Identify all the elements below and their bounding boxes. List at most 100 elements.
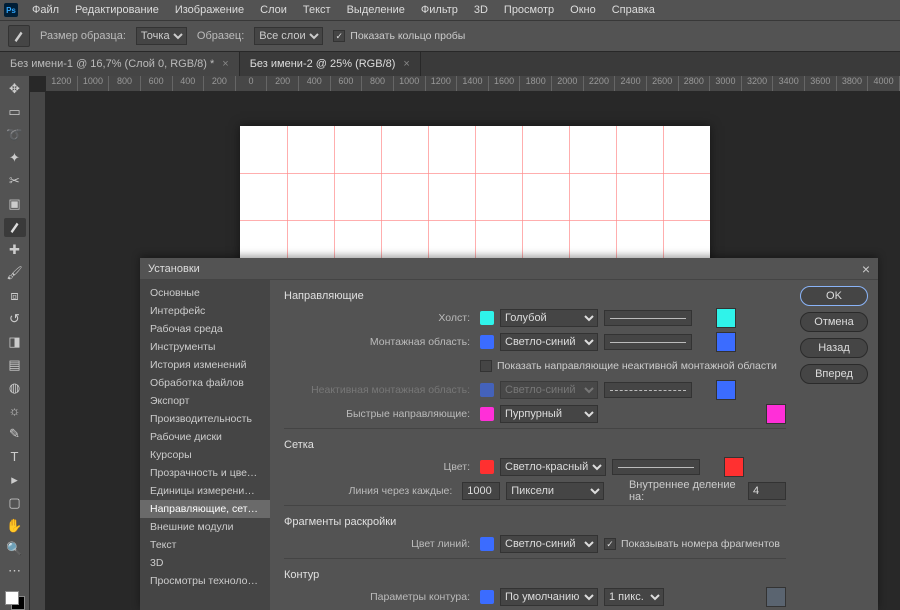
ruler-tick: 1000 bbox=[78, 76, 110, 91]
artboard-guide-bigcolor[interactable] bbox=[716, 332, 736, 352]
canvas-guide-color-select[interactable]: Голубой bbox=[500, 309, 598, 327]
color-swatches[interactable] bbox=[5, 591, 25, 610]
ruler-tick: 3400 bbox=[773, 76, 805, 91]
ruler-tick: 3200 bbox=[742, 76, 774, 91]
prefs-category-item[interactable]: Рабочие диски bbox=[140, 428, 270, 446]
canvas-guide-bigcolor[interactable] bbox=[716, 308, 736, 328]
eraser-tool[interactable]: ◨ bbox=[4, 332, 26, 351]
prefs-category-item[interactable]: Внешние модули bbox=[140, 518, 270, 536]
prefs-category-item[interactable]: Экспорт bbox=[140, 392, 270, 410]
ruler-tick: 2600 bbox=[647, 76, 679, 91]
prefs-category-item[interactable]: Прозрачность и цветовой охват bbox=[140, 464, 270, 482]
crop-tool[interactable]: ✂ bbox=[4, 172, 26, 191]
edit-toolbar[interactable]: ⋯ bbox=[4, 562, 26, 581]
blur-tool[interactable]: ◍ bbox=[4, 378, 26, 397]
document-tab-2[interactable]: Без имени-2 @ 25% (RGB/8) × bbox=[240, 52, 421, 76]
close-icon[interactable]: × bbox=[403, 58, 409, 70]
artboard-guide-style-select[interactable] bbox=[604, 334, 692, 350]
gridline-every-input[interactable] bbox=[462, 482, 500, 500]
menu-image[interactable]: Изображение bbox=[167, 2, 252, 18]
shape-tool[interactable]: ▢ bbox=[4, 493, 26, 512]
lasso-tool[interactable]: ➰ bbox=[4, 126, 26, 145]
prefs-category-item[interactable]: Просмотры технологии bbox=[140, 572, 270, 590]
prefs-category-item[interactable]: Обработка файлов bbox=[140, 374, 270, 392]
cancel-button[interactable]: Отмена bbox=[800, 312, 868, 332]
prefs-category-item[interactable]: История изменений bbox=[140, 356, 270, 374]
prefs-category-item[interactable]: Текст bbox=[140, 536, 270, 554]
document-tabs: Без имени-1 @ 16,7% (Слой 0, RGB/8) * × … bbox=[0, 52, 900, 76]
smart-guide-bigcolor[interactable] bbox=[766, 404, 786, 424]
grid-color-label: Цвет: bbox=[284, 461, 474, 473]
menu-edit[interactable]: Редактирование bbox=[67, 2, 167, 18]
menu-filter[interactable]: Фильтр bbox=[413, 2, 466, 18]
smart-guide-color-select[interactable]: Пурпурный bbox=[500, 405, 598, 423]
ruler-tick: 200 bbox=[267, 76, 299, 91]
type-tool[interactable]: T bbox=[4, 447, 26, 466]
document-tab-2-title: Без имени-2 @ 25% (RGB/8) bbox=[250, 58, 396, 70]
sample-size-label: Размер образца: bbox=[40, 30, 126, 42]
inactive-guide-bigcolor[interactable] bbox=[716, 380, 736, 400]
prefs-category-item[interactable]: Основные bbox=[140, 284, 270, 302]
subdivisions-input[interactable] bbox=[748, 482, 786, 500]
pen-tool[interactable]: ✎ bbox=[4, 424, 26, 443]
stamp-tool[interactable]: ⧈ bbox=[4, 287, 26, 306]
dodge-tool[interactable]: ☼ bbox=[4, 401, 26, 420]
ruler-tick: 3000 bbox=[710, 76, 742, 91]
prev-button[interactable]: Назад bbox=[800, 338, 868, 358]
grid-bigcolor[interactable] bbox=[724, 457, 744, 477]
grid-style-select[interactable] bbox=[612, 459, 700, 475]
eyedropper-tool[interactable] bbox=[4, 218, 26, 237]
path-width-select[interactable]: 1 пикс. bbox=[604, 588, 664, 606]
ruler-tick: 400 bbox=[299, 76, 331, 91]
ruler-tick: 600 bbox=[331, 76, 363, 91]
menu-select[interactable]: Выделение bbox=[339, 2, 413, 18]
path-options-select[interactable]: По умолчанию bbox=[500, 588, 598, 606]
artboard-guide-color-select[interactable]: Светло-синий bbox=[500, 333, 598, 351]
prefs-category-item[interactable]: 3D bbox=[140, 554, 270, 572]
show-inactive-guides-checkbox[interactable]: Показать направляющие неактивной монтажн… bbox=[480, 360, 777, 372]
document-tab-1[interactable]: Без имени-1 @ 16,7% (Слой 0, RGB/8) * × bbox=[0, 52, 240, 76]
prefs-category-item[interactable]: Направляющие, сетка и фрагменты bbox=[140, 500, 270, 518]
close-icon[interactable]: × bbox=[222, 58, 228, 70]
prefs-category-item[interactable]: Инструменты bbox=[140, 338, 270, 356]
prefs-category-item[interactable]: Рабочая среда bbox=[140, 320, 270, 338]
menu-type[interactable]: Текст bbox=[295, 2, 339, 18]
prefs-category-item[interactable]: Единицы измерения и линейки bbox=[140, 482, 270, 500]
menu-layers[interactable]: Слои bbox=[252, 2, 295, 18]
ruler-tick: 2200 bbox=[584, 76, 616, 91]
menu-3d[interactable]: 3D bbox=[466, 2, 496, 18]
menu-file[interactable]: Файл bbox=[24, 2, 67, 18]
gradient-tool[interactable]: ▤ bbox=[4, 355, 26, 374]
menu-help[interactable]: Справка bbox=[604, 2, 663, 18]
prefs-category-item[interactable]: Интерфейс bbox=[140, 302, 270, 320]
menu-window[interactable]: Окно bbox=[562, 2, 604, 18]
gridline-unit-select[interactable]: Пиксели bbox=[506, 482, 604, 500]
show-ring-checkbox[interactable]: ✓Показать кольцо пробы bbox=[333, 30, 465, 42]
history-brush-tool[interactable]: ↺ bbox=[4, 310, 26, 329]
canvas-guide-style-select[interactable] bbox=[604, 310, 692, 326]
ruler-tick: 1600 bbox=[489, 76, 521, 91]
brush-tool[interactable]: 🖌 bbox=[4, 264, 26, 283]
hand-tool[interactable]: ✋ bbox=[4, 516, 26, 535]
sample-select[interactable]: Все слои bbox=[254, 27, 323, 45]
ruler-tick: 0 bbox=[236, 76, 268, 91]
grid-color-select[interactable]: Светло-красный bbox=[500, 458, 606, 476]
slice-linecolor-select[interactable]: Светло-синий bbox=[500, 535, 598, 553]
sample-size-select[interactable]: Точка bbox=[136, 27, 187, 45]
prefs-category-item[interactable]: Производительность bbox=[140, 410, 270, 428]
move-tool[interactable]: ✥ bbox=[4, 80, 26, 99]
marquee-tool[interactable]: ▭ bbox=[4, 103, 26, 122]
path-select-tool[interactable]: ▸ bbox=[4, 470, 26, 489]
show-slice-numbers-checkbox[interactable]: ✓Показывать номера фрагментов bbox=[604, 538, 780, 550]
current-tool-icon[interactable] bbox=[8, 25, 30, 47]
ruler-tick: 4000 bbox=[868, 76, 900, 91]
prefs-category-item[interactable]: Курсоры bbox=[140, 446, 270, 464]
next-button[interactable]: Вперед bbox=[800, 364, 868, 384]
frame-tool[interactable]: ▣ bbox=[4, 195, 26, 214]
zoom-tool[interactable]: 🔍 bbox=[4, 539, 26, 558]
menu-view[interactable]: Просмотр bbox=[496, 2, 562, 18]
ok-button[interactable]: OK bbox=[800, 286, 868, 306]
heal-tool[interactable]: ✚ bbox=[4, 241, 26, 260]
close-icon[interactable]: × bbox=[862, 261, 870, 277]
wand-tool[interactable]: ✦ bbox=[4, 149, 26, 168]
